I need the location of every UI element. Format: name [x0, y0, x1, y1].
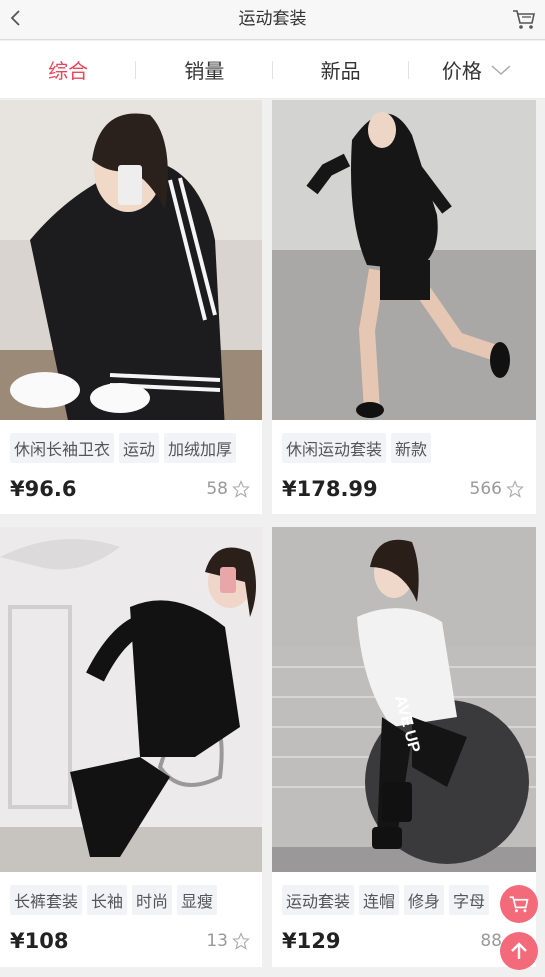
product-card[interactable]: 长裤套装 长袖 时尚 显瘦 ¥108 13 — [0, 527, 262, 967]
tag-list: 休闲运动套装 新款 — [272, 433, 536, 463]
tag: 修身 — [404, 885, 445, 915]
like-count-value: 88 — [480, 931, 502, 951]
tab-sales[interactable]: 销量 — [136, 41, 273, 98]
sort-bar: 综合 销量 新品 价格 — [0, 41, 545, 99]
tag: 字母 — [449, 885, 490, 915]
like-count-value: 58 — [206, 479, 228, 499]
tag-list: 休闲长袖卫衣 运动 加绒加厚 — [0, 433, 262, 463]
star-icon — [232, 480, 250, 498]
like-count-value: 566 — [469, 479, 502, 499]
tab-price[interactable]: 价格 — [409, 41, 545, 98]
product-card[interactable]: 休闲长袖卫衣 运动 加绒加厚 ¥96.6 58 — [0, 100, 262, 514]
tag: 加绒加厚 — [164, 433, 237, 463]
nav-header: 运动套装 — [0, 0, 545, 40]
like-count-value: 13 — [206, 931, 228, 951]
cart-button[interactable] — [511, 6, 537, 32]
floating-cart-button[interactable] — [500, 885, 538, 923]
like-count[interactable]: 13 — [206, 931, 250, 951]
tag-list: 长裤套装 长袖 时尚 显瘦 — [0, 885, 262, 915]
price: ¥108 — [10, 929, 69, 953]
star-icon — [232, 932, 250, 950]
product-image[interactable] — [272, 100, 536, 420]
tab-label: 销量 — [184, 59, 225, 83]
tag: 运动 — [119, 433, 160, 463]
tab-label: 价格 — [441, 59, 482, 83]
tab-comprehensive[interactable]: 综合 — [0, 41, 137, 98]
product-image[interactable]: AVE UP — [272, 527, 536, 872]
tag: 新款 — [391, 433, 432, 463]
tag: 运动套装 — [282, 885, 355, 915]
price: ¥96.6 — [10, 477, 77, 501]
like-count[interactable]: 58 — [206, 479, 250, 499]
tag-list: 运动套装 连帽 修身 字母 — [272, 885, 536, 915]
tag: 显瘦 — [177, 885, 218, 915]
tag: 长袖 — [87, 885, 128, 915]
tab-label: 新品 — [320, 59, 361, 83]
tag: 连帽 — [359, 885, 400, 915]
product-image[interactable] — [0, 100, 262, 420]
tag: 休闲运动套装 — [282, 433, 387, 463]
product-card[interactable]: 休闲运动套装 新款 ¥178.99 566 — [272, 100, 536, 514]
tab-new[interactable]: 新品 — [273, 41, 409, 98]
tag: 长裤套装 — [10, 885, 83, 915]
product-image[interactable] — [0, 527, 262, 872]
like-count[interactable]: 566 — [470, 479, 524, 499]
tag: 休闲长袖卫衣 — [10, 433, 115, 463]
tab-label: 综合 — [48, 59, 89, 83]
star-icon — [506, 480, 524, 498]
chevron-down-icon — [490, 64, 512, 76]
price: ¥129 — [282, 929, 341, 953]
arrow-up-icon — [511, 942, 527, 959]
back-to-top-button[interactable] — [500, 932, 538, 970]
tag: 时尚 — [132, 885, 173, 915]
page-title: 运动套装 — [238, 9, 307, 29]
cart-icon — [513, 10, 535, 29]
product-card[interactable]: AVE UP 运动套装 连帽 修身 字母 ¥129 88 — [272, 527, 536, 967]
price: ¥178.99 — [282, 477, 378, 501]
cart-icon — [509, 896, 529, 913]
